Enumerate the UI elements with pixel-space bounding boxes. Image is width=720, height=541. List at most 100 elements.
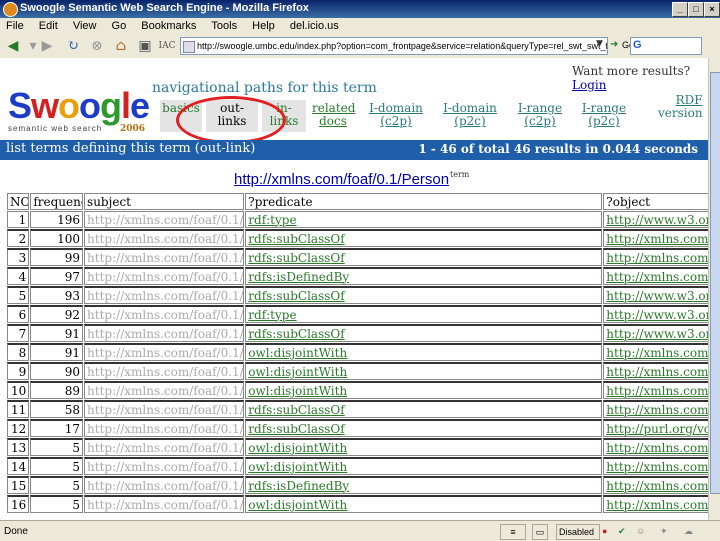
row-predicate-link[interactable]: owl:disjointWith [248,384,347,398]
menu-tools[interactable]: Tools [205,18,243,32]
row-object-link[interactable]: http://xmlns.com/foaf [606,346,708,360]
menu-delicious[interactable]: del.icio.us [284,18,345,32]
row-object-link[interactable]: http://xmlns.com/foaf [606,232,708,246]
row-object[interactable]: http://purl.org/vocab/ [603,419,708,437]
row-predicate[interactable]: owl:disjointWith [245,343,603,361]
row-object-link[interactable]: http://xmlns.com/foaf [606,460,708,474]
menu-edit[interactable]: Edit [33,18,64,32]
back-icon[interactable]: ◀ [4,38,22,54]
row-object[interactable]: http://xmlns.com/foaf [603,457,708,475]
go-icon[interactable]: ➜ [610,39,618,50]
row-object[interactable]: http://xmlns.com/foaf [603,476,708,494]
tab-i-range-p2c[interactable]: I-range (p2c) [578,100,630,132]
row-object-link[interactable]: http://xmlns.com/foaf [606,270,708,284]
address-bar[interactable]: http://swoogle.umbc.edu/index.php?option… [180,37,608,55]
row-predicate-link[interactable]: rdfs:isDefinedBy [248,479,349,493]
reload-icon[interactable]: ↻ [64,38,82,54]
row-object[interactable]: http://www.w3.org/20 [603,211,708,228]
row-object-link[interactable]: http://www.w3.org/20 [606,289,708,303]
row-predicate[interactable]: rdfs:subClassOf [245,324,603,342]
row-object[interactable]: http://xmlns.com/foaf [603,362,708,380]
close-button[interactable]: × [704,2,720,17]
smiley-icon[interactable]: ☺ [636,524,650,538]
row-predicate[interactable]: rdfs:subClassOf [245,286,603,304]
home-icon[interactable]: ⌂ [112,38,130,54]
row-predicate[interactable]: rdfs:subClassOf [245,400,603,418]
row-predicate-link[interactable]: rdf:type [248,308,296,322]
login-link[interactable]: Login [572,78,606,92]
scrollbar-thumb[interactable] [710,72,720,494]
row-object[interactable]: http://xmlns.com/wor [603,400,708,418]
minimize-button[interactable]: _ [672,2,688,17]
row-predicate-link[interactable]: owl:disjointWith [248,365,347,379]
cloud-icon[interactable]: ☁ [684,524,698,538]
row-predicate[interactable]: owl:disjointWith [245,362,603,380]
tab-i-domain-p2c[interactable]: I-domain (p2c) [442,100,498,132]
adblock-icon[interactable]: ● [602,524,614,538]
row-object[interactable]: http://xmlns.com/foaf [603,495,708,513]
row-predicate[interactable]: rdf:type [245,305,603,323]
row-predicate[interactable]: rdfs:subClassOf [245,229,603,247]
row-object-link[interactable]: http://xmlns.com/foaf [606,384,708,398]
row-predicate-link[interactable]: owl:disjointWith [248,441,347,455]
row-predicate[interactable]: rdfs:subClassOf [245,248,603,266]
row-object[interactable]: http://www.w3.org/20 [603,286,708,304]
row-object[interactable]: http://xmlns.com/foaf [603,438,708,456]
row-predicate-link[interactable]: rdfs:subClassOf [248,251,344,265]
row-predicate-link[interactable]: owl:disjointWith [248,346,347,360]
row-predicate-link[interactable]: rdfs:subClassOf [248,403,344,417]
swoogle-logo[interactable]: Swoogle [8,86,150,126]
row-object[interactable]: http://xmlns.com/foaf [603,343,708,361]
row-predicate[interactable]: owl:disjointWith [245,457,603,475]
row-object-link[interactable]: http://xmlns.com/foaf [606,498,708,512]
search-input[interactable]: G [630,37,702,55]
tab-i-domain-c2p[interactable]: I-domain (c2p) [368,100,424,132]
row-predicate-link[interactable]: rdfs:isDefinedBy [248,270,349,284]
row-predicate[interactable]: rdf:type [245,211,603,228]
row-object[interactable]: http://xmlns.com/foaf [603,267,708,285]
row-predicate-link[interactable]: rdfs:subClassOf [248,289,344,303]
iac-icon[interactable]: IAC [158,38,176,54]
term-url-link[interactable]: http://xmlns.com/foaf/0.1/Person [234,171,449,188]
row-predicate[interactable]: owl:disjointWith [245,495,603,513]
row-predicate[interactable]: rdfs:isDefinedBy [245,267,603,285]
menu-go[interactable]: Go [106,18,133,32]
row-object[interactable]: http://xmlns.com/wor [603,248,708,266]
row-predicate-link[interactable]: rdf:type [248,213,296,227]
address-dropdown-icon[interactable]: ▼ [596,39,603,49]
row-object-link[interactable]: http://www.w3.org/20 [606,308,708,322]
tab-related-docs[interactable]: related docs [312,100,355,132]
row-predicate-link[interactable]: owl:disjointWith [248,460,347,474]
row-object-link[interactable]: http://www.w3.org/20 [606,327,708,341]
bookmark-page-icon[interactable]: ▣ [136,38,154,54]
vertical-scrollbar[interactable] [708,58,720,520]
row-predicate-link[interactable]: owl:disjointWith [248,498,347,512]
row-predicate[interactable]: rdfs:isDefinedBy [245,476,603,494]
row-object-link[interactable]: http://xmlns.com/wor [606,251,708,265]
row-predicate[interactable]: owl:disjointWith [245,381,603,399]
row-predicate[interactable]: rdfs:subClassOf [245,419,603,437]
row-predicate[interactable]: owl:disjointWith [245,438,603,456]
row-object[interactable]: http://xmlns.com/foaf [603,229,708,247]
row-object-link[interactable]: http://xmlns.com/foaf [606,441,708,455]
stop-icon[interactable]: ⊗ [88,38,106,54]
maximize-button[interactable]: □ [688,2,704,17]
row-predicate-link[interactable]: rdfs:subClassOf [248,232,344,246]
row-object-link[interactable]: http://xmlns.com/foaf [606,365,708,379]
row-object-link[interactable]: http://purl.org/vocab/ [606,422,708,436]
check-icon[interactable]: ✔ [618,524,630,538]
row-predicate-link[interactable]: rdfs:subClassOf [248,327,344,341]
menu-bookmarks[interactable]: Bookmarks [135,18,202,32]
row-object[interactable]: http://www.w3.org/20 [603,305,708,323]
row-object[interactable]: http://www.w3.org/20 [603,324,708,342]
forward-icon[interactable]: ▶ [38,38,56,54]
status-badge[interactable]: Disabled [556,524,600,540]
row-object-link[interactable]: http://www.w3.org/20 [606,213,708,227]
row-predicate-link[interactable]: rdfs:subClassOf [248,422,344,436]
row-object-link[interactable]: http://xmlns.com/wor [606,403,708,417]
menu-help[interactable]: Help [246,18,281,32]
stars-icon[interactable]: ✦ [660,524,674,538]
row-object[interactable]: http://xmlns.com/foaf [603,381,708,399]
menu-file[interactable]: File [0,18,30,32]
menu-view[interactable]: View [67,18,103,32]
